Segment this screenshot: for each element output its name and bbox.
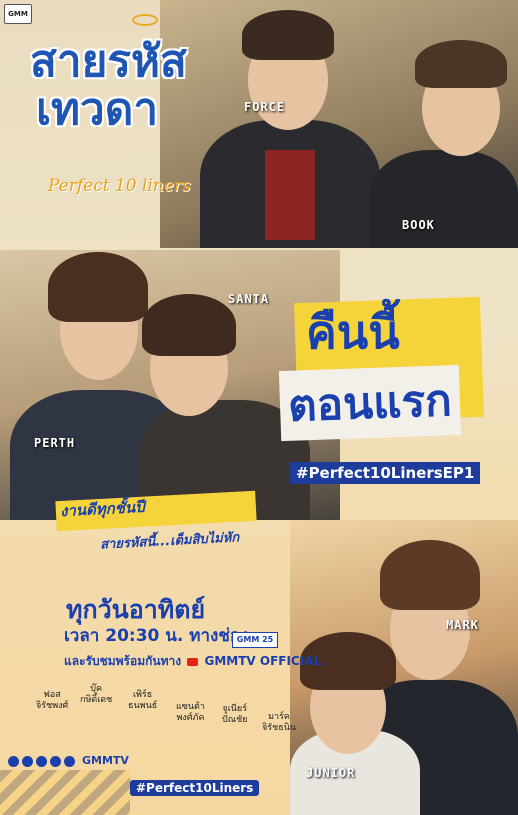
- channel-badge: GMM 25: [232, 632, 278, 648]
- x-icon: [64, 756, 75, 767]
- credit-name: ฟอส: [43, 690, 61, 700]
- credit-item: แซนต้า พงศ์ภัค: [176, 702, 205, 724]
- facebook-icon: [8, 756, 19, 767]
- hair: [48, 252, 148, 322]
- credit-surname: พงศ์ภัค: [176, 713, 205, 723]
- photo-force-book: [160, 0, 518, 248]
- headline-line-2: ตอนแรก: [278, 364, 461, 442]
- credit-surname: ธนพนธ์: [128, 701, 158, 711]
- tagline-line-1: งานดีทุกชั้นปี: [59, 497, 146, 521]
- tiktok-icon: [50, 756, 61, 767]
- credit-name: จูเนียร์: [222, 704, 248, 714]
- credit-surname: กษิดิ์เดช: [80, 695, 113, 705]
- title-line-2: เทวดา: [36, 84, 159, 135]
- credit-surname: จิรัชธนิน: [262, 723, 297, 733]
- watch-online-line: และรับชมพร้อมกันทาง GMMTV OFFICIAL: [64, 652, 321, 671]
- credit-surname: จิรัชพงศ์: [36, 701, 69, 711]
- credit-item: มาร์ค จิรัชธนิน: [262, 712, 296, 734]
- page-title: สายรหัส เทวดา: [30, 38, 187, 134]
- halo-icon: [132, 14, 158, 26]
- episode-hashtag: #Perfect10LinersEP1: [290, 462, 481, 484]
- hair: [142, 294, 236, 356]
- credit-name: แซนต้า: [176, 702, 205, 712]
- label-mark: MARK: [446, 618, 479, 632]
- title-english: Perfect 10 liners: [48, 176, 191, 196]
- social-handle: GMMTV: [82, 754, 129, 767]
- label-force: FORCE: [244, 100, 286, 114]
- shirt: [265, 150, 315, 240]
- hair: [242, 10, 334, 60]
- hair: [415, 40, 507, 88]
- instagram-icon: [22, 756, 33, 767]
- label-perth: PERTH: [34, 436, 76, 450]
- credit-surname: ปัณชัย: [222, 715, 248, 725]
- watch-channel: GMMTV OFFICIAL: [204, 654, 322, 668]
- youtube-icon: [187, 657, 199, 666]
- youtube-icon: [36, 756, 47, 767]
- credit-name: บุ๊ค: [90, 684, 102, 694]
- credit-item: บุ๊ค กษิดิ์เดช: [80, 684, 112, 706]
- credit-item: ฟอส จิรัชพงศ์: [36, 690, 68, 712]
- credit-name: เพิร์ธ: [132, 690, 153, 700]
- credit-item: เพิร์ธ ธนพนธ์: [128, 690, 157, 712]
- gmm-logo: GMM: [4, 4, 32, 24]
- headline-line-1: คืนนี้: [306, 305, 400, 359]
- decorative-stripe: [0, 770, 130, 815]
- credit-name: มาร์ค: [268, 712, 290, 722]
- poster: GMM สายรหัส เทวดา Perfect 10 liners FORC…: [0, 0, 518, 815]
- label-junior: JUNIOR: [306, 766, 356, 780]
- series-hashtag: #Perfect10Liners: [130, 780, 260, 796]
- label-santa: SANTA: [228, 292, 270, 306]
- broadcast-time: เวลา 20:30 น. ทางช่อง: [64, 626, 249, 646]
- label-book: BOOK: [402, 218, 435, 232]
- title-line-1: สายรหัส: [30, 36, 187, 87]
- credit-item: จูเนียร์ ปัณชัย: [222, 704, 247, 726]
- hair: [380, 540, 480, 610]
- jacket: [370, 150, 518, 248]
- tagline-line-2: สายรหัสนี้...เต็มสิบไม่หัก: [99, 530, 240, 553]
- watch-prefix: และรับชมพร้อมกันทาง: [64, 654, 182, 668]
